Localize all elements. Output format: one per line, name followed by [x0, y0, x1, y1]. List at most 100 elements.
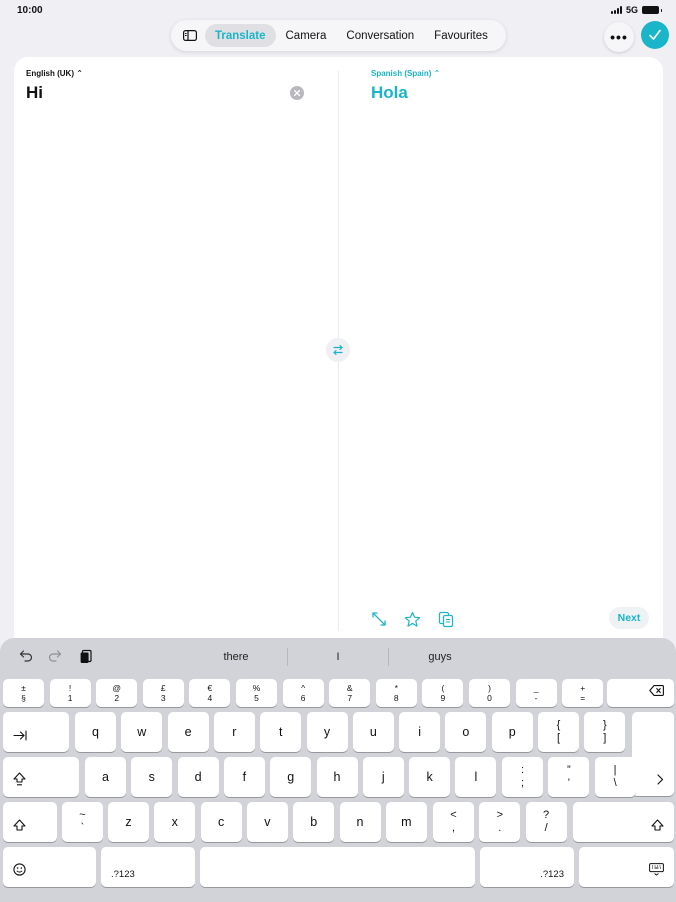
key-lower-symbol: ’ — [567, 777, 571, 789]
key-k[interactable]: k — [409, 757, 451, 797]
key-h[interactable]: h — [316, 757, 358, 797]
source-language-selector[interactable]: English (UK) ⌃ — [26, 69, 83, 78]
paste-button[interactable] — [78, 648, 94, 664]
emoji-key[interactable] — [3, 847, 96, 887]
expand-button[interactable] — [369, 609, 389, 629]
suggestion-2[interactable]: I — [293, 651, 383, 663]
clear-text-button[interactable] — [290, 86, 304, 100]
key-upper-symbol: { — [556, 719, 561, 731]
next-button[interactable]: Next — [609, 607, 649, 629]
key-number-6[interactable]: ^ 6 — [282, 679, 324, 707]
key-c[interactable]: c — [200, 802, 242, 842]
key-u[interactable]: u — [352, 712, 394, 752]
key-lower-symbol: 2 — [114, 693, 120, 703]
shift-key-right[interactable] — [573, 802, 674, 842]
tab-translate[interactable]: Translate — [205, 24, 276, 47]
key-number-5[interactable]: % 5 — [236, 679, 277, 707]
key-b[interactable]: b — [293, 802, 335, 842]
key-a[interactable]: a — [85, 757, 126, 797]
key-number-2[interactable]: @2 — [96, 679, 138, 707]
key-n[interactable]: n — [339, 802, 381, 842]
favourite-button[interactable] — [402, 609, 422, 629]
key-lower-symbol: , — [451, 822, 456, 834]
tab-conversation[interactable]: Conversation — [336, 24, 424, 47]
key-symbol-’[interactable]: ”’ — [548, 757, 590, 797]
key-number-7[interactable]: & 7 — [329, 679, 371, 707]
signal-icon — [610, 6, 622, 14]
key-j[interactable]: j — [362, 757, 404, 797]
key-w[interactable]: w — [121, 712, 163, 752]
key-symbol-[[interactable]: {[ — [538, 712, 579, 752]
shift-key-left[interactable] — [3, 802, 57, 842]
key-l[interactable]: l — [455, 757, 497, 797]
key-lower-symbol: - — [534, 693, 538, 703]
key-o[interactable]: o — [445, 712, 487, 752]
return-key[interactable] — [632, 712, 674, 796]
key-lower-symbol: [ — [556, 732, 561, 744]
key-number-0[interactable]: ) 0 — [469, 679, 510, 707]
undo-icon — [19, 650, 33, 662]
key-q[interactable]: q — [75, 712, 116, 752]
key-y[interactable]: y — [306, 712, 348, 752]
key-number-8[interactable]: * 8 — [375, 679, 417, 707]
key-lower-symbol: 3 — [160, 693, 166, 703]
star-icon — [404, 611, 420, 627]
caps-lock-icon — [13, 772, 26, 789]
copy-button[interactable] — [436, 609, 456, 629]
numbers-key-right[interactable]: .?123 — [480, 847, 574, 887]
numbers-key-left[interactable]: .?123 — [101, 847, 195, 887]
key-z[interactable]: z — [108, 802, 149, 842]
key-m[interactable]: m — [385, 802, 427, 842]
tab-favourites[interactable]: Favourites — [424, 24, 498, 47]
key-f[interactable]: f — [223, 757, 265, 797]
key-number-4[interactable]: €4 — [189, 679, 231, 707]
key-e[interactable]: e — [167, 712, 209, 752]
key-upper-symbol: } — [602, 719, 607, 731]
tab-camera[interactable]: Camera — [276, 24, 337, 47]
key-number-§[interactable]: ± § — [3, 679, 44, 707]
suggestion-separator — [388, 648, 389, 666]
key-x[interactable]: x — [154, 802, 196, 842]
key-symbol-/[interactable]: ? / — [525, 802, 567, 842]
key-p[interactable]: p — [491, 712, 533, 752]
more-button[interactable]: ••• — [604, 22, 634, 52]
key-number-1[interactable]: ! 1 — [49, 679, 91, 707]
key-number--[interactable]: _ - — [515, 679, 557, 707]
suggestion-1[interactable]: there — [191, 651, 281, 663]
status-time: 10:00 — [17, 5, 43, 16]
source-text-input[interactable]: Hi — [26, 83, 43, 103]
sidebar-toggle-button[interactable] — [175, 24, 205, 48]
key-upper-symbol: ! — [68, 683, 72, 693]
key-s[interactable]: s — [131, 757, 173, 797]
key-symbol-;[interactable]: :; — [502, 757, 543, 797]
key-symbol-.[interactable]: >. — [479, 802, 521, 842]
target-language-selector[interactable]: Spanish (Spain) ⌃ — [371, 69, 440, 78]
key-symbol-][interactable]: }] — [584, 712, 626, 752]
tab-key[interactable] — [3, 712, 69, 752]
caps-lock-key[interactable] — [3, 757, 79, 797]
key-symbol-backtick[interactable]: ~ ` — [62, 802, 103, 842]
key-lower-symbol: 1 — [67, 693, 73, 703]
delete-key[interactable] — [607, 679, 674, 707]
expand-icon — [372, 612, 386, 626]
key-number-3[interactable]: £3 — [142, 679, 184, 707]
swap-languages-button[interactable] — [326, 338, 350, 362]
suggestion-3[interactable]: guys — [395, 651, 485, 663]
key-r[interactable]: r — [213, 712, 255, 752]
key-symbol-\[interactable]: | \ — [594, 757, 636, 797]
key-t[interactable]: t — [260, 712, 302, 752]
space-bar[interactable] — [200, 847, 475, 887]
hide-keyboard-key[interactable] — [579, 847, 674, 887]
key-g[interactable]: g — [270, 757, 312, 797]
key-symbol-,[interactable]: <, — [433, 802, 474, 842]
key-i[interactable]: i — [399, 712, 441, 752]
done-button[interactable] — [641, 21, 669, 49]
key-v[interactable]: v — [246, 802, 288, 842]
redo-button[interactable] — [47, 648, 63, 664]
key-number-9[interactable]: (9 — [422, 679, 464, 707]
key-d[interactable]: d — [177, 757, 219, 797]
key-upper-symbol: @ — [112, 683, 121, 693]
chevron-right-icon — [656, 774, 664, 788]
undo-button[interactable] — [18, 648, 34, 664]
key-number-=[interactable]: + = — [562, 679, 604, 707]
